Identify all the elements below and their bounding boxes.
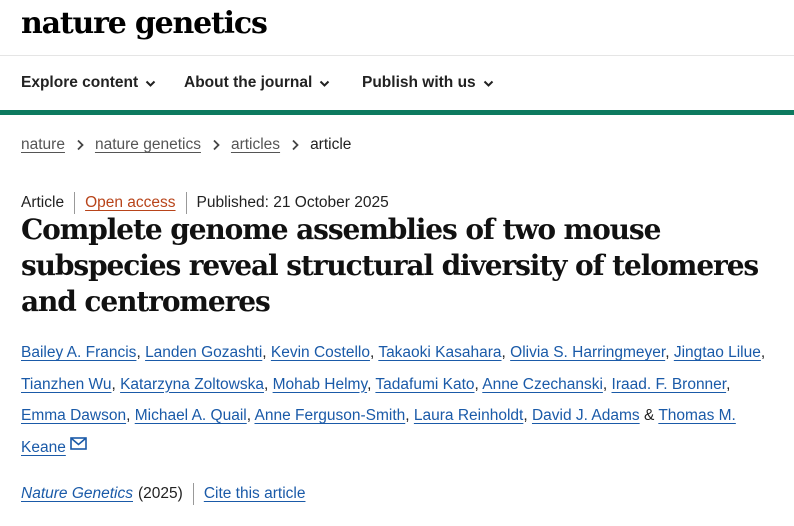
main-nav: Explore content About the journal Publis… xyxy=(0,56,794,112)
author-link[interactable]: Emma Dawson xyxy=(21,407,126,424)
nav-item-label: Explore content xyxy=(21,74,139,91)
open-access-link[interactable]: Open access xyxy=(85,194,175,212)
site-header: nature genetics xyxy=(0,0,794,56)
author-list: Bailey A. Francis, Landen Gozashti, Kevi… xyxy=(21,344,766,456)
breadcrumb-nature[interactable]: nature xyxy=(21,136,65,154)
cite-article-link[interactable]: Cite this article xyxy=(204,485,306,503)
author-link[interactable]: Anne Czechanski xyxy=(482,376,603,393)
published-date: Published: 21 October 2025 xyxy=(196,194,389,211)
article-type: Article xyxy=(21,194,65,211)
chevron-down-icon xyxy=(320,80,330,87)
author-link[interactable]: David J. Adams xyxy=(532,407,640,424)
author-link[interactable]: Katarzyna Zoltowska xyxy=(120,376,264,393)
breadcrumb-nature-genetics[interactable]: nature genetics xyxy=(95,136,201,154)
nav-explore-content[interactable]: Explore content xyxy=(21,74,156,92)
chevron-down-icon xyxy=(483,80,493,87)
chevron-right-icon xyxy=(213,139,220,151)
author-link[interactable]: Tianzhen Wu xyxy=(21,376,111,393)
nav-item-label: About the journal xyxy=(184,74,313,91)
nav-about-journal[interactable]: About the journal xyxy=(184,74,330,92)
author-link[interactable]: Takaoki Kasahara xyxy=(378,344,501,361)
author-link[interactable]: Jingtao Lilue xyxy=(674,344,761,361)
breadcrumb: nature nature genetics articles article xyxy=(21,136,351,154)
author-link[interactable]: Laura Reinholdt xyxy=(414,407,523,424)
journal-logo[interactable]: nature genetics xyxy=(21,6,268,41)
article-meta: Article Open access Published: 21 Octobe… xyxy=(21,192,389,214)
accent-divider xyxy=(0,110,794,115)
author-link[interactable]: Anne Ferguson-Smith xyxy=(254,407,405,424)
author-link[interactable]: Michael A. Quail xyxy=(135,407,247,424)
chevron-down-icon xyxy=(145,80,156,87)
author-link[interactable]: Kevin Costello xyxy=(271,344,370,361)
envelope-icon[interactable] xyxy=(70,436,87,450)
article-title: Complete genome assemblies of two mouse … xyxy=(21,213,759,318)
author-link[interactable]: Landen Gozashti xyxy=(145,344,262,361)
author-link[interactable]: Iraad. F. Bronner xyxy=(612,376,727,393)
breadcrumb-articles[interactable]: articles xyxy=(231,136,280,154)
chevron-right-icon xyxy=(292,139,299,151)
citation-row: Nature Genetics (2025) Cite this article xyxy=(21,483,305,505)
divider xyxy=(192,483,194,505)
author-link[interactable]: Tadafumi Kato xyxy=(375,376,474,393)
breadcrumb-current: article xyxy=(310,136,352,153)
journal-link[interactable]: Nature Genetics xyxy=(21,485,133,503)
nav-item-label: Publish with us xyxy=(362,74,476,91)
citation-year: (2025) xyxy=(138,485,183,502)
author-link[interactable]: Bailey A. Francis xyxy=(21,344,136,361)
author-link[interactable]: Olivia S. Harringmeyer xyxy=(510,344,665,361)
divider xyxy=(74,192,76,214)
author-link[interactable]: Mohab Helmy xyxy=(273,376,367,393)
divider xyxy=(185,192,187,214)
chevron-right-icon xyxy=(77,139,84,151)
nav-publish-with-us[interactable]: Publish with us xyxy=(362,74,494,92)
